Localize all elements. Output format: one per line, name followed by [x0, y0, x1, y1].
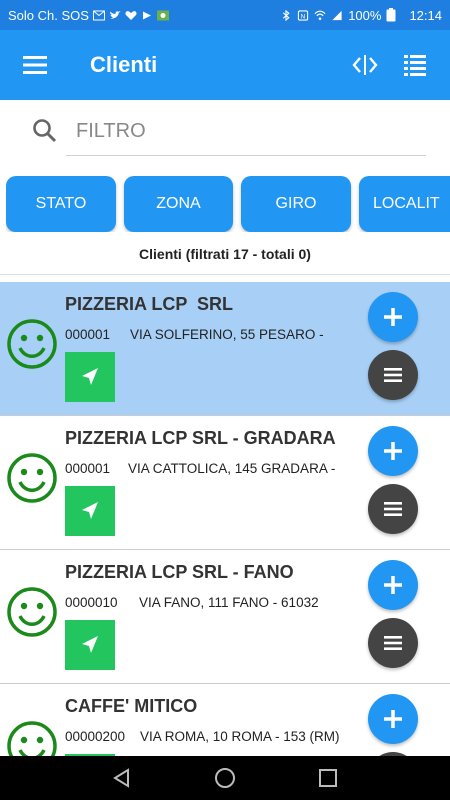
search-input[interactable]: FILTRO	[66, 118, 426, 156]
back-button[interactable]	[102, 756, 142, 800]
client-code: 000001	[65, 461, 111, 476]
add-button[interactable]	[368, 560, 418, 610]
eye-icon	[156, 10, 169, 20]
more-options-button[interactable]	[368, 350, 418, 400]
client-code: 000001	[65, 327, 111, 342]
hamburger-icon	[384, 636, 402, 650]
hamburger-icon	[384, 502, 402, 516]
menu-icon	[23, 56, 47, 74]
client-name: PIZZERIA LCP SRL - FANO	[65, 562, 294, 582]
carrier-label: Solo Ch. SOS	[8, 7, 89, 23]
menu-button[interactable]	[0, 30, 70, 100]
client-address: VIA SOLFERINO, 55 PESARO -	[130, 327, 324, 342]
filter-zona-button[interactable]: ZONA	[124, 176, 233, 232]
navigation-arrow-icon	[82, 368, 98, 385]
client-list: PIZZERIA LCP SRL 000001 VIA SOLFERINO, 5…	[0, 282, 450, 756]
more-options-button[interactable]	[368, 618, 418, 668]
add-button[interactable]	[368, 426, 418, 476]
search-icon	[33, 119, 57, 143]
client-code: 00000200	[65, 729, 126, 744]
back-icon	[112, 768, 129, 788]
list-button[interactable]	[390, 30, 440, 100]
code-icon	[352, 55, 378, 75]
client-address: VIA ROMA, 10 ROMA - 153 (RM)	[140, 729, 340, 744]
bluetooth-icon	[283, 9, 290, 21]
client-name: PIZZERIA LCP SRL - GRADARA	[65, 428, 336, 448]
client-name: PIZZERIA LCP SRL	[65, 294, 234, 314]
plus-icon	[384, 308, 402, 326]
list-item[interactable]: PIZZERIA LCP SRL 000001 VIA SOLFERINO, 5…	[0, 282, 450, 416]
more-options-button[interactable]	[368, 484, 418, 534]
divider	[0, 274, 450, 275]
plus-icon	[384, 442, 402, 460]
filter-localita-button[interactable]: LOCALIT	[359, 176, 450, 232]
smiley-icon	[7, 319, 57, 369]
list-item[interactable]: PIZZERIA LCP SRL - FANO 0000010 VIA FANO…	[0, 550, 450, 684]
home-icon	[214, 768, 235, 788]
list-summary: Clienti (filtrati 17 - totali 0)	[139, 246, 311, 262]
list-item[interactable]: PIZZERIA LCP SRL - GRADARA 000001 VIA CA…	[0, 416, 450, 550]
twitter-icon	[109, 10, 121, 19]
navigate-button[interactable]	[65, 486, 115, 536]
battery-label: 100%	[348, 7, 382, 23]
filter-giro-button[interactable]: GIRO	[241, 176, 351, 232]
plus-icon	[384, 576, 402, 594]
navigation-arrow-icon	[82, 502, 98, 519]
status-bar: Solo Ch. SOS N 100% 12:14	[0, 0, 450, 30]
search-bar: FILTRO	[0, 100, 450, 170]
client-name: CAFFE' MITICO	[65, 696, 198, 716]
navigation-arrow-icon	[82, 636, 98, 653]
plus-icon	[384, 710, 402, 728]
recents-button[interactable]	[308, 756, 348, 800]
smiley-icon	[7, 453, 57, 503]
nfc-icon: N	[298, 9, 309, 21]
wifi-icon	[314, 10, 326, 20]
list-item[interactable]: CAFFE' MITICO 00000200 VIA ROMA, 10 ROMA…	[0, 684, 450, 756]
navigate-button[interactable]	[65, 620, 115, 670]
heart-icon	[125, 10, 137, 20]
filter-bar: STATO ZONA GIRO LOCALIT	[6, 176, 450, 232]
list-icon	[404, 55, 426, 76]
client-code: 0000010	[65, 595, 118, 610]
email-icon	[92, 10, 105, 20]
navigate-button[interactable]	[65, 352, 115, 402]
smiley-icon	[7, 721, 57, 756]
hamburger-icon	[384, 368, 402, 382]
battery-icon	[386, 8, 396, 22]
home-button[interactable]	[205, 756, 245, 800]
add-button[interactable]	[368, 292, 418, 342]
signal-icon	[332, 10, 342, 20]
smiley-icon	[7, 587, 57, 637]
play-icon	[142, 11, 151, 19]
recents-icon	[319, 769, 338, 787]
code-button[interactable]	[340, 30, 390, 100]
svg-text:N: N	[301, 13, 306, 20]
app-bar: Clienti	[0, 30, 450, 100]
client-address: VIA CATTOLICA, 145 GRADARA -	[128, 461, 336, 476]
system-nav-bar	[0, 756, 450, 800]
filter-stato-button[interactable]: STATO	[6, 176, 116, 232]
add-button[interactable]	[368, 694, 418, 744]
clock: 12:14	[409, 7, 442, 23]
client-address: VIA FANO, 111 FANO - 61032	[139, 595, 319, 610]
page-title: Clienti	[90, 52, 158, 77]
